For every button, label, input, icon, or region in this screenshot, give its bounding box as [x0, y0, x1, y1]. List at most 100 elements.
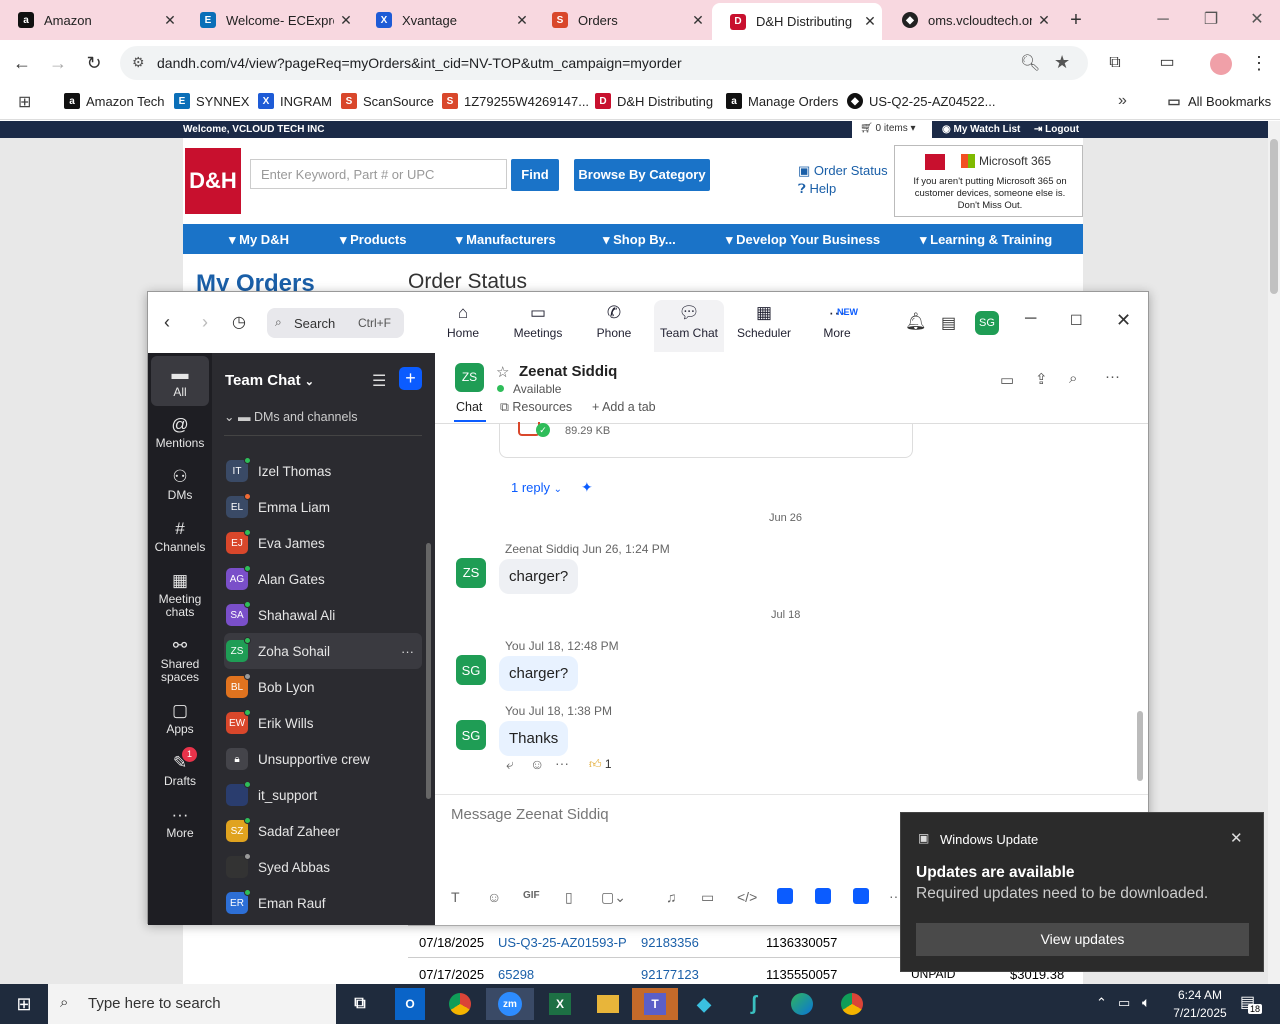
contact-item[interactable]: EW Erik Wills	[226, 705, 422, 741]
dh-logo[interactable]: D&H	[185, 148, 241, 214]
rail-shared-spaces[interactable]: ⚯ Shared spaces	[148, 634, 212, 684]
app-icon[interactable]	[777, 888, 793, 904]
tab-phone[interactable]: ✆ Phone	[579, 300, 649, 352]
outlook-icon[interactable]: O	[395, 988, 425, 1020]
tab-amazon[interactable]: a Amazon ✕	[0, 0, 182, 40]
bookmark-manage-orders[interactable]: a Manage Orders	[726, 93, 838, 109]
bookmark-amazon-tech[interactable]: a Amazon Tech	[64, 93, 165, 109]
tab-oms[interactable]: ◆ oms.vcloudtech.org ✕	[884, 0, 1056, 40]
rail-mentions[interactable]: @ Mentions	[148, 413, 212, 450]
bookmark-scansource[interactable]: S ScanSource	[341, 93, 434, 109]
sender-avatar[interactable]: ZS	[456, 558, 486, 588]
rail-more[interactable]: ··· More	[148, 803, 212, 840]
bookmark-synnex[interactable]: E SYNNEX	[174, 93, 249, 109]
reply-link[interactable]: 1 reply ⌄	[511, 480, 562, 495]
nav-shop-by[interactable]: ▾ Shop By...	[603, 232, 676, 248]
app-icon[interactable]	[853, 888, 869, 904]
tab-ecexpress[interactable]: E Welcome- ECExpre ✕	[182, 0, 358, 40]
edge-icon[interactable]	[782, 988, 822, 1020]
reply-icon[interactable]: ⤶	[506, 756, 514, 773]
nav-products[interactable]: ▾ Products	[340, 232, 406, 248]
gif-icon[interactable]: GIF	[523, 890, 540, 901]
tab-scheduler[interactable]: ▦ Scheduler	[729, 300, 799, 352]
screenshot-icon[interactable]: ▢⌄	[601, 889, 626, 906]
more-actions-icon[interactable]: ···	[555, 755, 569, 771]
nav-develop-business[interactable]: ▾ Develop Your Business	[726, 232, 880, 248]
nav-manufacturers[interactable]: ▾ Manufacturers	[456, 232, 556, 248]
zoom-app-icon[interactable]: zm	[486, 988, 534, 1020]
reaction-chip[interactable]: 👍︎ 1	[589, 757, 612, 772]
order-link[interactable]: 92177123	[641, 967, 699, 982]
new-chat-button[interactable]: +	[399, 367, 422, 390]
share-icon[interactable]: ⇪	[1035, 370, 1048, 388]
contact-item[interactable]: BL Bob Lyon	[226, 669, 422, 705]
network-icon[interactable]: ▭	[1118, 995, 1130, 1011]
rail-meeting-chats[interactable]: ▦ Meeting chats	[148, 569, 212, 619]
microphone-icon[interactable]: ♫	[666, 889, 677, 905]
taskbar-search[interactable]: ⌕ Type here to search	[48, 984, 336, 1024]
file-icon[interactable]: ▯	[565, 889, 573, 906]
list-scrollbar[interactable]	[426, 543, 431, 799]
video-call-icon[interactable]: ▭	[1000, 371, 1014, 389]
zoom-search-box[interactable]: ⌕ Search Ctrl+F	[267, 308, 404, 338]
contact-item[interactable]: Syed Abbas	[226, 849, 422, 885]
back-arrow-icon[interactable]: ‹	[164, 312, 170, 333]
all-bookmarks[interactable]: ▭ All Bookmarks	[1166, 93, 1271, 109]
menu-icon[interactable]: ⋮	[1244, 48, 1274, 78]
rail-drafts[interactable]: ✎ Drafts	[148, 751, 212, 788]
contact-item[interactable]: ZS Zoha Sohail ···	[224, 633, 422, 669]
tab-meetings[interactable]: ▭ Meetings	[503, 300, 573, 352]
forward-arrow-icon[interactable]: ›	[202, 312, 208, 333]
contact-item[interactable]: EL Emma Liam	[226, 489, 422, 525]
order-status-link[interactable]: ▣ Order Status	[798, 163, 888, 179]
contact-item[interactable]: 🔒︎ Unsupportive crew	[226, 741, 422, 777]
rail-channels[interactable]: # Channels	[148, 517, 212, 554]
user-avatar[interactable]: SG	[975, 311, 999, 335]
task-view-icon[interactable]: ⧉	[340, 988, 380, 1020]
contact-item[interactable]: SA Shahawal Ali	[226, 597, 422, 633]
microsoft-365-ad[interactable]: Microsoft 365 If you aren't putting Micr…	[894, 145, 1083, 217]
emoji-icon[interactable]: ☺	[487, 889, 501, 905]
contact-item[interactable]: SZ Sadaf Zaheer	[226, 813, 422, 849]
file-attachment-card[interactable]: ✓ 89.29 KB	[499, 422, 913, 458]
emoji-react-icon[interactable]: ☺	[530, 756, 544, 772]
excel-icon[interactable]: X	[540, 988, 580, 1020]
video-message-icon[interactable]: ▭	[701, 889, 714, 906]
maximize-button[interactable]: ☐	[1070, 312, 1083, 329]
sender-avatar[interactable]: SG	[456, 720, 486, 750]
view-updates-button[interactable]: View updates	[916, 923, 1249, 956]
dms-channels-section[interactable]: ⌄ ▬ DMs and channels	[224, 409, 422, 424]
extensions-icon[interactable]: ⧉	[1100, 48, 1130, 78]
site-search-input[interactable]: Enter Keyword, Part # or UPC	[250, 159, 507, 189]
close-icon[interactable]: ✕	[510, 12, 534, 29]
tab-orders[interactable]: S Orders ✕	[534, 0, 710, 40]
bookmark-dh[interactable]: D D&H Distributing	[595, 93, 713, 109]
cart-button[interactable]: 🛒︎ 0 items ▾	[852, 121, 932, 138]
address-bar[interactable]: ⚙ dandh.com/v4/view?pageReq=myOrders&int…	[120, 46, 1088, 80]
contact-name[interactable]: Zeenat Siddiq	[519, 363, 617, 380]
nav-learning-training[interactable]: ▾ Learning & Training	[920, 232, 1052, 248]
rail-apps[interactable]: ▢ Apps	[148, 699, 212, 736]
add-tab-button[interactable]: + Add a tab	[592, 400, 656, 414]
close-window-button[interactable]: ✕	[1234, 0, 1280, 40]
contact-item[interactable]: ER Eman Rauf	[226, 885, 422, 921]
scrollbar-thumb[interactable]	[1137, 711, 1143, 781]
sender-avatar[interactable]: SG	[456, 655, 486, 685]
minimize-button[interactable]: ─	[1025, 310, 1036, 328]
more-options-icon[interactable]: ···	[1105, 368, 1120, 385]
search-icon[interactable]: ⌕	[1069, 370, 1077, 387]
bookmark-ingram[interactable]: X INGRAM	[258, 93, 332, 109]
chrome-icon[interactable]	[440, 988, 480, 1020]
tab-home[interactable]: ⌂ Home	[428, 300, 498, 352]
tab-chat[interactable]: Chat	[456, 400, 482, 414]
watch-list-link[interactable]: ◉ My Watch List	[942, 124, 1020, 135]
order-link[interactable]: 92183356	[641, 935, 699, 950]
zoom-icon[interactable]: 🔍︎	[1020, 53, 1040, 73]
more-options-icon[interactable]: ···	[401, 644, 414, 659]
message-input[interactable]: Message Zeenat Siddiq	[451, 806, 609, 823]
clock[interactable]: 6:24 AM 7/21/2025	[1160, 986, 1240, 1022]
back-button[interactable]: ←	[7, 48, 37, 78]
profile-avatar[interactable]	[1210, 53, 1232, 75]
app-icon[interactable]: ◆	[684, 988, 724, 1020]
app-icon[interactable]	[815, 888, 831, 904]
